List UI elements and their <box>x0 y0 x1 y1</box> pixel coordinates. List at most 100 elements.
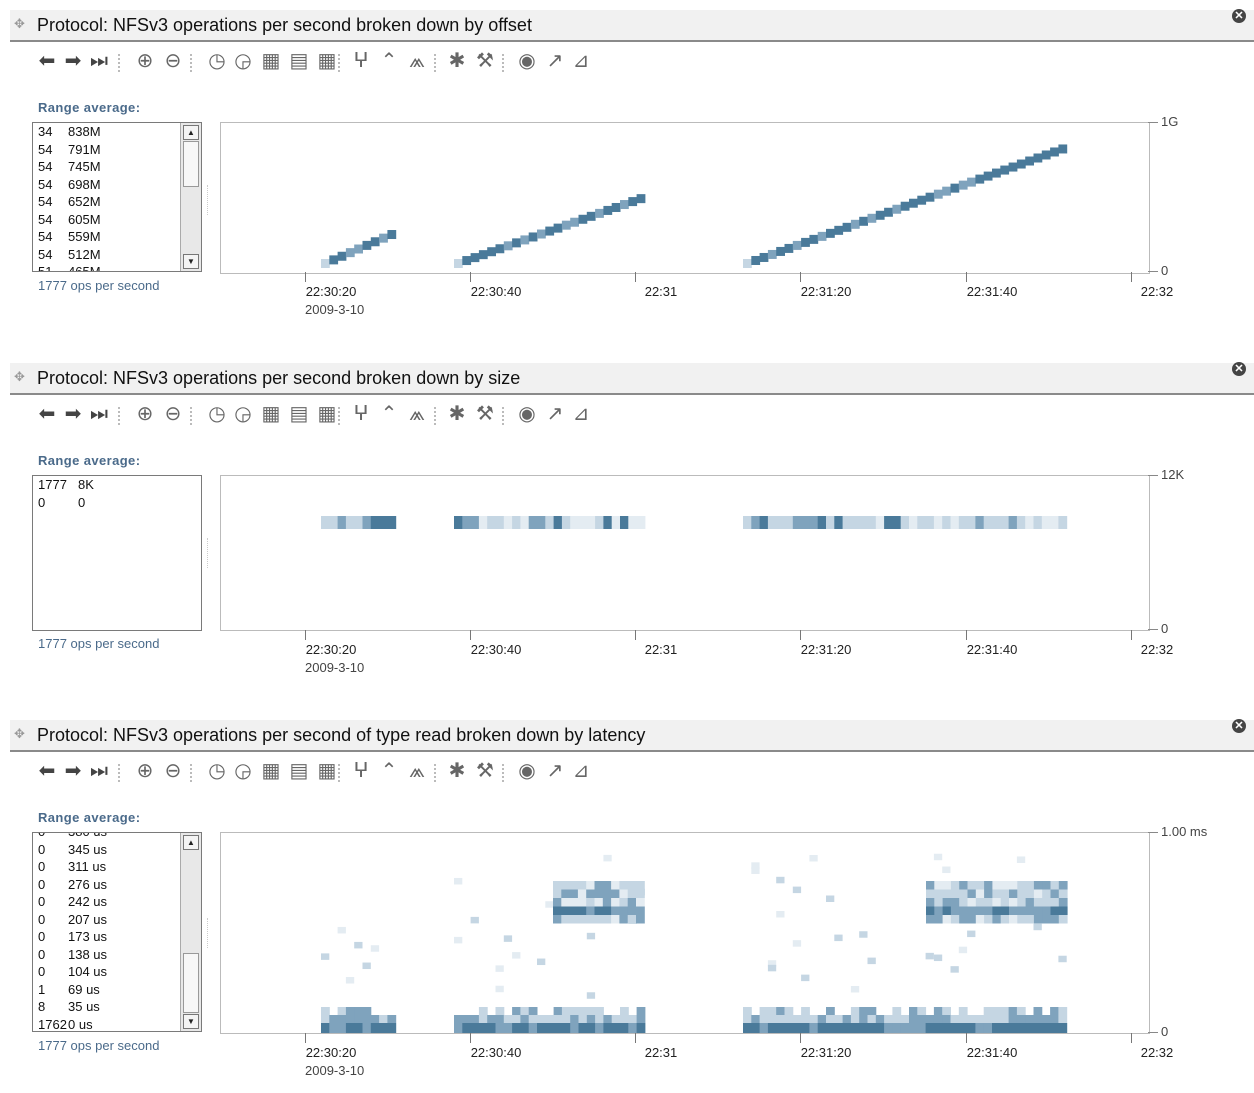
list-item[interactable]: 54 652M <box>38 193 101 210</box>
line-peak-icon[interactable]: ⌃ <box>376 48 402 74</box>
list-item[interactable]: 51 465M <box>38 263 101 271</box>
list-item[interactable]: 54 559M <box>38 228 101 245</box>
skip-end-icon[interactable]: ⏭ <box>86 48 112 74</box>
list-item[interactable]: 0 207 us <box>38 911 107 928</box>
color-wheel-icon[interactable]: ◉ <box>514 401 540 427</box>
list-item[interactable]: 34 838M <box>38 123 101 140</box>
list-item[interactable]: 54 512M <box>38 246 101 263</box>
list-item[interactable]: 0 242 us <box>38 893 107 910</box>
list-item[interactable]: 0 104 us <box>38 963 107 980</box>
range-average-list[interactable]: 17620 us 8 35 us 1 69 us 0 104 us 0 138 us 0 173 u… <box>32 832 202 1032</box>
splitter-handle[interactable] <box>207 918 210 948</box>
list-item[interactable]: 0 276 us <box>38 876 107 893</box>
splitter-handle[interactable] <box>207 538 210 568</box>
drill-icon[interactable]: ⚒ <box>472 401 498 427</box>
drill-icon[interactable]: ⚒ <box>472 48 498 74</box>
line-low-icon[interactable]: ⵖ <box>348 758 374 784</box>
range-average-list[interactable]: 0 0 1777 8K <box>32 475 202 631</box>
skip-end-icon[interactable]: ⏭ <box>86 758 112 784</box>
export-icon[interactable]: ↗ <box>542 758 568 784</box>
table-alt-icon[interactable]: ▤ <box>286 758 312 784</box>
collapse-icon[interactable]: ✱ <box>444 48 470 74</box>
collapse-icon[interactable]: ✱ <box>444 758 470 784</box>
clock-back-icon[interactable]: ◷ <box>204 401 230 427</box>
scroll-up-icon[interactable]: ▲ <box>183 125 199 140</box>
export-icon[interactable]: ↗ <box>542 48 568 74</box>
clock-back-icon[interactable]: ◷ <box>204 48 230 74</box>
forward-icon[interactable]: ➡ <box>60 758 86 784</box>
table-icon[interactable]: ▦ <box>258 758 284 784</box>
forward-icon[interactable]: ➡ <box>60 401 86 427</box>
color-wheel-icon[interactable]: ◉ <box>514 48 540 74</box>
heatmap-size[interactable] <box>220 475 1150 631</box>
list-item[interactable]: 0380 us <box>38 833 107 840</box>
move-handle-icon[interactable]: ✥ <box>14 726 25 742</box>
table-full-icon[interactable]: ▦ <box>314 758 340 784</box>
drill-icon[interactable]: ⚒ <box>472 758 498 784</box>
color-wheel-icon[interactable]: ◉ <box>514 758 540 784</box>
list-item[interactable]: 8 35 us <box>38 998 100 1015</box>
panel-title-bar[interactable]: ✥ Protocol: NFSv3 operations per second … <box>10 10 1254 42</box>
clock-icon[interactable]: ◶ <box>230 401 256 427</box>
zoom-out-icon[interactable]: ⊖ <box>160 48 186 74</box>
forward-icon[interactable]: ➡ <box>60 48 86 74</box>
zoom-out-icon[interactable]: ⊖ <box>160 758 186 784</box>
scroll-up-icon[interactable]: ▲ <box>183 835 199 850</box>
list-item[interactable]: 54 791M <box>38 141 101 158</box>
scrollbar-thumb[interactable] <box>183 141 199 187</box>
list-item[interactable]: 1777 8K <box>38 476 94 493</box>
close-icon[interactable]: ✕ <box>1232 9 1246 23</box>
table-icon[interactable]: ▦ <box>258 48 284 74</box>
close-icon[interactable]: ✕ <box>1232 362 1246 376</box>
table-icon[interactable]: ▦ <box>258 401 284 427</box>
table-alt-icon[interactable]: ▤ <box>286 401 312 427</box>
distribution-icon[interactable]: ⊿ <box>568 401 594 427</box>
list-item[interactable]: 0 173 us <box>38 928 107 945</box>
close-icon[interactable]: ✕ <box>1232 719 1246 733</box>
scroll-down-icon[interactable]: ▼ <box>183 1014 199 1029</box>
line-peak-icon[interactable]: ⌃ <box>376 401 402 427</box>
back-icon[interactable]: ⬅ <box>34 401 60 427</box>
list-item[interactable]: 0 138 us <box>38 946 107 963</box>
scrollbar[interactable]: ▲ ▼ <box>180 833 201 1031</box>
panel-title-bar[interactable]: ✥ Protocol: NFSv3 operations per second … <box>10 363 1254 395</box>
skip-end-icon[interactable]: ⏭ <box>86 401 112 427</box>
list-item[interactable]: 54 605M <box>38 211 101 228</box>
distribution-icon[interactable]: ⊿ <box>568 48 594 74</box>
list-item[interactable]: 54 745M <box>38 158 101 175</box>
panel-title-bar[interactable]: ✥ Protocol: NFSv3 operations per second … <box>10 720 1254 752</box>
clock-icon[interactable]: ◶ <box>230 48 256 74</box>
list-item[interactable]: 1 69 us <box>38 981 100 998</box>
back-icon[interactable]: ⬅ <box>34 48 60 74</box>
heatmap-offset[interactable] <box>220 122 1150 274</box>
splitter-handle[interactable] <box>207 185 210 215</box>
table-alt-icon[interactable]: ▤ <box>286 48 312 74</box>
list-item[interactable]: 0 345 us <box>38 841 107 858</box>
heatmap-latency[interactable] <box>220 832 1150 1034</box>
line-low-icon[interactable]: ⵖ <box>348 48 374 74</box>
scroll-down-icon[interactable]: ▼ <box>183 254 199 269</box>
mountain-icon[interactable]: ⩕ <box>404 48 430 74</box>
mountain-icon[interactable]: ⩕ <box>404 758 430 784</box>
move-handle-icon[interactable]: ✥ <box>14 369 25 385</box>
list-item[interactable]: 54 698M <box>38 176 101 193</box>
list-item[interactable]: 00 <box>38 494 85 511</box>
back-icon[interactable]: ⬅ <box>34 758 60 784</box>
range-average-list[interactable]: 51 465M 54 512M 54 559M 54 605M 54 652M 54 698M 54 74… <box>32 122 202 272</box>
clock-icon[interactable]: ◶ <box>230 758 256 784</box>
collapse-icon[interactable]: ✱ <box>444 401 470 427</box>
scrollbar[interactable]: ▲ ▼ <box>180 123 201 271</box>
zoom-in-icon[interactable]: ⊕ <box>132 758 158 784</box>
line-low-icon[interactable]: ⵖ <box>348 401 374 427</box>
zoom-in-icon[interactable]: ⊕ <box>132 48 158 74</box>
clock-back-icon[interactable]: ◷ <box>204 758 230 784</box>
mountain-icon[interactable]: ⩕ <box>404 401 430 427</box>
export-icon[interactable]: ↗ <box>542 401 568 427</box>
scrollbar-thumb[interactable] <box>183 953 199 1013</box>
list-item[interactable]: 17620 us <box>38 1016 93 1032</box>
list-item[interactable]: 0 311 us <box>38 858 106 875</box>
line-peak-icon[interactable]: ⌃ <box>376 758 402 784</box>
zoom-in-icon[interactable]: ⊕ <box>132 401 158 427</box>
zoom-out-icon[interactable]: ⊖ <box>160 401 186 427</box>
move-handle-icon[interactable]: ✥ <box>14 16 25 32</box>
